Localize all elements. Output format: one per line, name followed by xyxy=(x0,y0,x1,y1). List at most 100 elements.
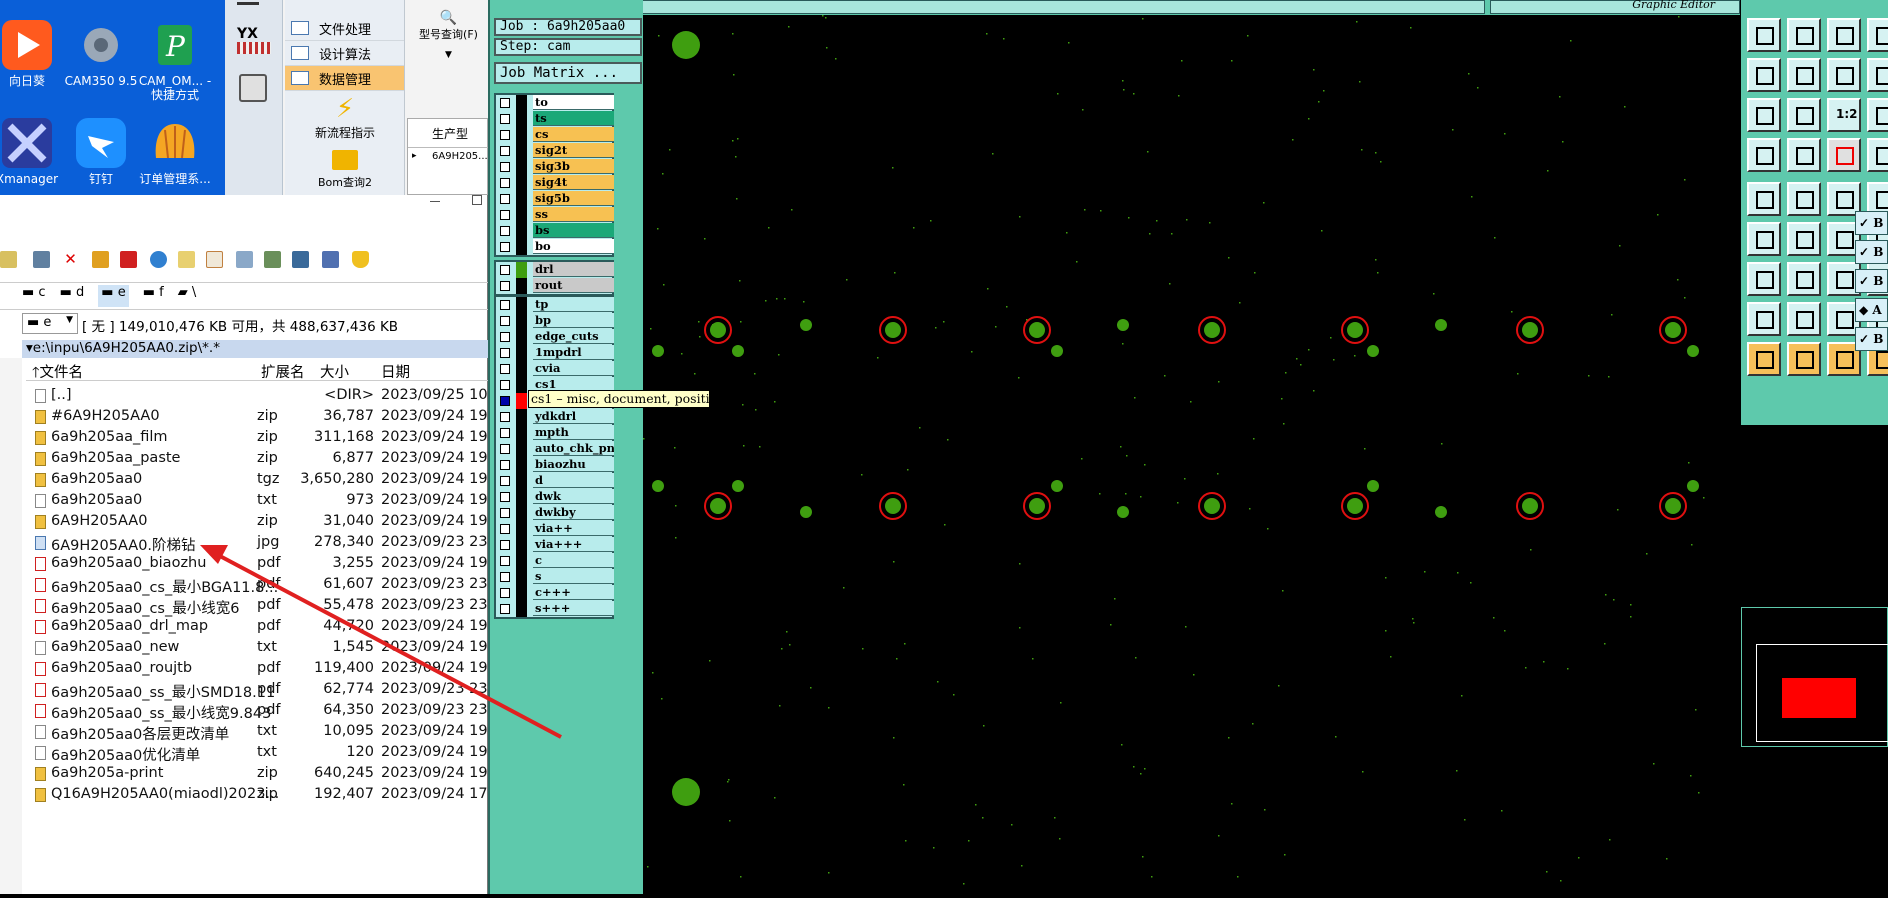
file-row[interactable]: 6a9h205aa0_biaozhu pdf 3,255 2023/09/24 19:… xyxy=(26,554,502,575)
file-row[interactable]: 6A9H205AA0 zip 31,040 2023/09/24 19:3 xyxy=(26,512,502,533)
layer-checkbox[interactable] xyxy=(500,226,510,236)
maximize-icon[interactable] xyxy=(472,195,482,205)
layer-row-bp[interactable]: bp xyxy=(496,313,614,329)
file-row[interactable]: 6a9h205aa0_new txt 1,545 2023/09/24 19:3 xyxy=(26,638,502,659)
option-check-0[interactable]: ✓ B xyxy=(1855,211,1888,235)
yx-icon[interactable]: YX xyxy=(237,26,271,58)
layer-row-biaozhu[interactable]: biaozhu xyxy=(496,457,614,473)
drive-f[interactable]: ▬ f xyxy=(143,285,164,307)
file-row[interactable]: 6A9H205AA0.阶梯钻 jpg 278,340 2023/09/23 23:4 xyxy=(26,533,502,554)
drive-c[interactable]: ▬ c xyxy=(22,285,46,307)
layer-checkbox[interactable] xyxy=(500,194,510,204)
shield-icon[interactable] xyxy=(352,251,369,268)
file-row[interactable]: #6A9H205AA0 zip 36,787 2023/09/24 19:3 xyxy=(26,407,502,428)
column-name[interactable]: 🡑文件名 xyxy=(32,361,83,387)
drive-d[interactable]: ▬ d xyxy=(60,285,85,307)
pad-add-tool-button[interactable] xyxy=(1747,262,1781,296)
layer-checkbox[interactable] xyxy=(500,524,510,534)
import-tool-button[interactable] xyxy=(1747,58,1781,92)
column-size[interactable]: 大小 xyxy=(320,361,349,382)
file-row[interactable]: 6a9h205aa0_cs_最小BGA11.8... pdf 61,607 2023/… xyxy=(26,575,502,596)
undo-redo-tool-button[interactable] xyxy=(1827,58,1861,92)
layer-checkbox[interactable] xyxy=(500,146,510,156)
layer-checkbox[interactable] xyxy=(500,428,510,438)
pointer-b-tool-button[interactable] xyxy=(1787,342,1821,376)
tree-icon[interactable] xyxy=(264,251,281,268)
option-check-4[interactable]: ✓ B xyxy=(1855,327,1888,351)
layer-row-rout[interactable]: rout xyxy=(496,278,614,294)
compare-icon[interactable] xyxy=(292,251,309,268)
layer-row-ydkdrl[interactable]: ydkdrl xyxy=(496,409,614,425)
line-tool-button[interactable] xyxy=(1787,262,1821,296)
layer-row-cvia[interactable]: cvia xyxy=(496,361,614,377)
layer-checkbox[interactable] xyxy=(500,178,510,188)
layer-checkbox[interactable] xyxy=(500,300,510,310)
menu-icon[interactable] xyxy=(237,2,259,5)
pan-tool-button[interactable] xyxy=(1787,98,1821,132)
select-red-tool-button[interactable] xyxy=(1827,138,1861,172)
file-row[interactable]: Q16A9H205AA0(miaodl)2023... zip 192,407 202… xyxy=(26,785,502,806)
bom-query-button[interactable]: Bom查询2 xyxy=(285,150,405,190)
path-bar[interactable]: ▾e:\inpu\6A9H205AA0.zip\*.* xyxy=(22,340,488,358)
mini-window-tool-button[interactable] xyxy=(1867,18,1888,52)
document-icon[interactable] xyxy=(206,251,223,268)
layer-row-ss[interactable]: ss xyxy=(496,207,614,223)
layer-row-cs[interactable]: cs xyxy=(496,127,614,143)
pack-icon[interactable] xyxy=(92,251,109,268)
net-tool-button[interactable] xyxy=(1747,222,1781,256)
file-row[interactable]: 6a9h205aa0_roujtb pdf 119,400 2023/09/24 19… xyxy=(26,659,502,680)
order-system-shortcut[interactable]: 订单管理系... xyxy=(134,118,216,186)
layer-row-mpth[interactable]: mpth xyxy=(496,425,614,441)
layer-checkbox[interactable] xyxy=(500,492,510,502)
layer-row-sig2t[interactable]: sig2t xyxy=(496,143,614,159)
pdf-icon[interactable] xyxy=(120,251,137,268)
minimize-icon[interactable] xyxy=(430,201,440,202)
menu-data-management[interactable]: 数据管理 xyxy=(285,66,404,91)
file-row[interactable]: 6a9h205aa_paste zip 6,877 2023/09/24 19:3 xyxy=(26,449,502,470)
layer-row-drl[interactable]: drl xyxy=(496,262,614,278)
file-row[interactable]: 6a9h205aa_film zip 311,168 2023/09/24 19:3 xyxy=(26,428,502,449)
column-ext[interactable]: 扩展名 xyxy=(261,361,305,382)
layer-checkbox[interactable] xyxy=(500,162,510,172)
layer-row-c[interactable]: c+++ xyxy=(496,585,614,601)
layer-checkbox[interactable] xyxy=(500,210,510,220)
layer-row-dwkby[interactable]: dwkby xyxy=(496,505,614,521)
xmanager-shortcut[interactable]: Xmanager xyxy=(0,118,68,186)
file-row[interactable]: 6a9h205aa0_ss_最小线宽9.843 pdf 64,350 2023/09/… xyxy=(26,701,502,722)
layer-row-autochkpn[interactable]: auto_chk_pn xyxy=(496,441,614,457)
layer-row-tp[interactable]: tp xyxy=(496,297,614,313)
copy-tool-button[interactable] xyxy=(1867,58,1888,92)
drive-e[interactable]: ▬ e xyxy=(98,285,129,307)
file-row[interactable]: [..] <DIR> 2023/09/25 10:3 xyxy=(26,386,502,407)
measure-tool-button[interactable] xyxy=(1787,138,1821,172)
option-check-2[interactable]: ✓ B xyxy=(1855,269,1888,293)
layer-checkbox[interactable] xyxy=(500,540,510,550)
layer-checkbox[interactable] xyxy=(500,364,510,374)
layer-fill-tool-button[interactable] xyxy=(1747,182,1781,216)
layer-checkbox[interactable] xyxy=(500,556,510,566)
cam350-shortcut[interactable]: CAM350 9.5 xyxy=(60,20,142,88)
layer-checkbox[interactable] xyxy=(500,114,510,124)
home-tool-button[interactable] xyxy=(1827,18,1861,52)
export-tool-button[interactable] xyxy=(1787,58,1821,92)
layer-checkbox[interactable] xyxy=(500,242,510,252)
calculator-icon[interactable] xyxy=(239,74,267,102)
file-row[interactable]: 6a9h205aa0_ss_最小SMD18.11 pdf 62,774 2023/09… xyxy=(26,680,502,701)
pointer-a-tool-button[interactable] xyxy=(1747,342,1781,376)
layer-checkbox[interactable] xyxy=(500,98,510,108)
layer-checkbox[interactable] xyxy=(500,332,510,342)
layer-checkbox[interactable] xyxy=(500,444,510,454)
file-row[interactable]: 6a9h205aa0 tgz 3,650,280 2023/09/24 19:3 xyxy=(26,470,502,491)
zoom-fit-tool-button[interactable] xyxy=(1747,98,1781,132)
chevron-down-icon[interactable]: ▼ xyxy=(409,50,488,60)
move-tool-button[interactable] xyxy=(1787,222,1821,256)
sunlogin-shortcut[interactable]: 向日葵 xyxy=(0,20,68,88)
model-search-button[interactable]: 🔍 型号查询(F) ▼ xyxy=(409,10,488,60)
triangle-a-tool-button[interactable] xyxy=(1747,302,1781,336)
settings-icon[interactable] xyxy=(322,251,339,268)
layer-row-via[interactable]: via++ xyxy=(496,521,614,537)
grid-cell[interactable]: 6A9H205... xyxy=(432,151,488,162)
menu-file-processing[interactable]: 文件处理 xyxy=(285,16,404,41)
snap-tool-button[interactable] xyxy=(1747,138,1781,172)
layer-row-sig5b[interactable]: sig5b xyxy=(496,191,614,207)
